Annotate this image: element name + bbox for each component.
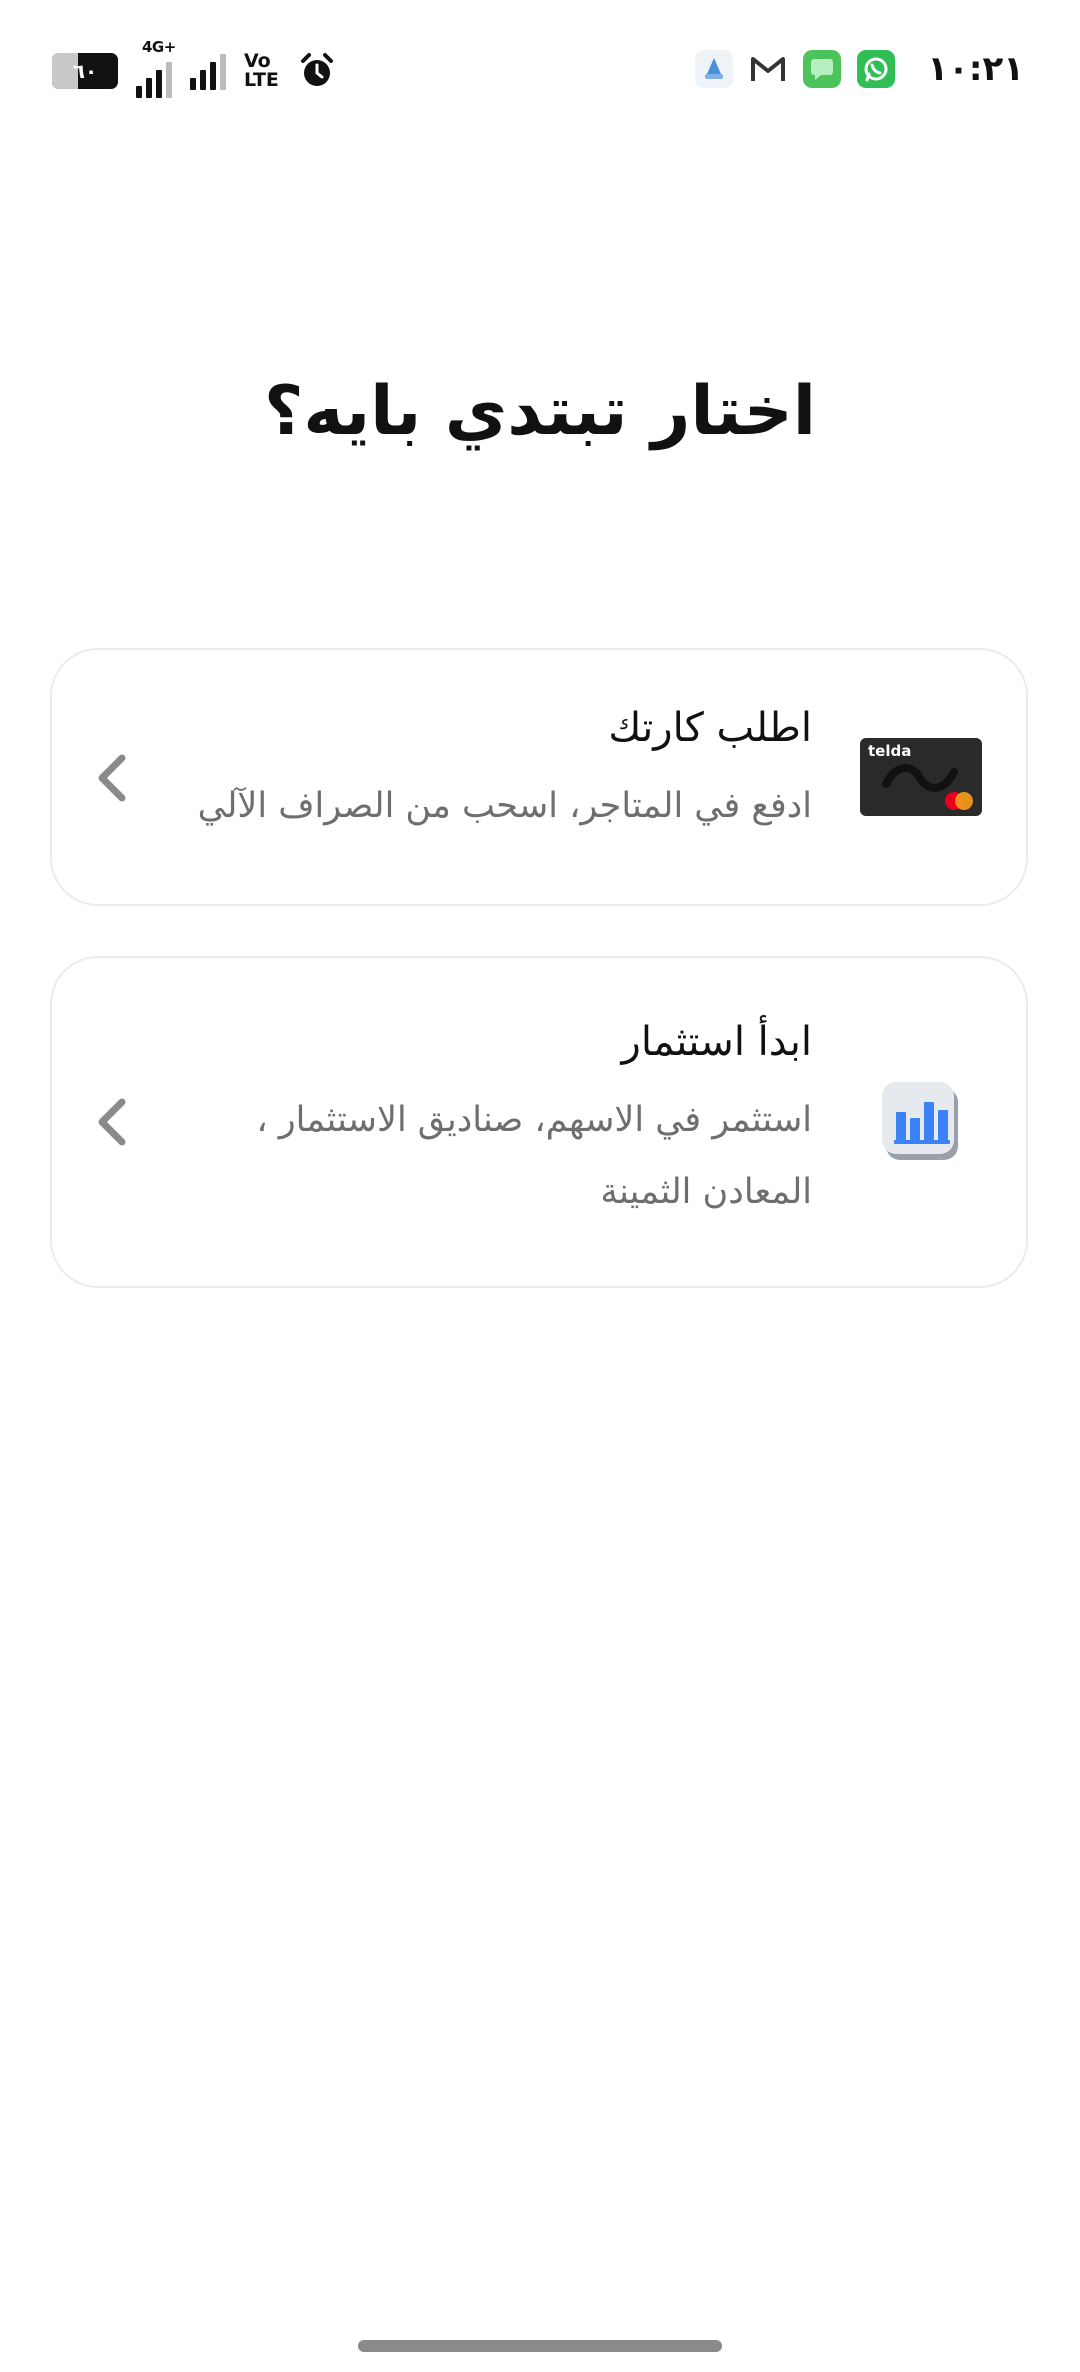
- messages-icon: [803, 50, 842, 88]
- home-indicator[interactable]: [358, 2340, 722, 2352]
- google-fit-icon: [695, 50, 734, 88]
- option-text: اطلب كارتك ادفع في المتاجر، اسحب من الصر…: [172, 700, 812, 842]
- option-card-order-card[interactable]: telda اطلب كارتك ادفع في المتاجر، اسحب م…: [50, 648, 1028, 906]
- mastercard-icon: [945, 792, 973, 810]
- chevron-left-icon: [98, 1098, 126, 1146]
- page-title: اختار تبتدي بايه؟: [263, 372, 817, 451]
- option-title: ابدأ استثمار: [621, 1019, 812, 1065]
- option-text: ابدأ استثمار استثمر في الاسهم، صناديق ال…: [172, 1014, 812, 1228]
- status-bar-right: ١٠:٢١: [695, 44, 1024, 94]
- chart-icon: [882, 1082, 958, 1160]
- network-type: 4G+: [142, 38, 176, 56]
- battery-level: ٦٠: [72, 59, 98, 83]
- signal-icon: [190, 52, 226, 90]
- clock: ١٠:٢١: [927, 49, 1024, 89]
- alarm-icon: [300, 53, 333, 86]
- status-bar: ٦٠ 4G+ Vo LTE ١٠:٢١: [0, 0, 1080, 140]
- option-description: استثمر في الاسهم، صناديق الاستثمار ، الم…: [256, 1100, 812, 1212]
- option-description: ادفع في المتاجر، اسحب من الصراف الآلي: [197, 786, 812, 826]
- whatsapp-icon: [857, 50, 896, 88]
- gmail-icon: [749, 50, 787, 88]
- status-bar-left: ٦٠ 4G+ Vo LTE: [52, 38, 337, 98]
- chevron-left-icon: [98, 754, 126, 802]
- option-card-start-investing[interactable]: ابدأ استثمار استثمر في الاسهم، صناديق ال…: [50, 956, 1028, 1288]
- volte-icon: Vo LTE: [244, 50, 279, 91]
- option-title: اطلب كارتك: [608, 705, 812, 751]
- signal-4g-icon: 4G+: [136, 38, 176, 98]
- battery-icon: ٦٠: [52, 53, 118, 89]
- telda-card-icon: telda: [860, 738, 982, 816]
